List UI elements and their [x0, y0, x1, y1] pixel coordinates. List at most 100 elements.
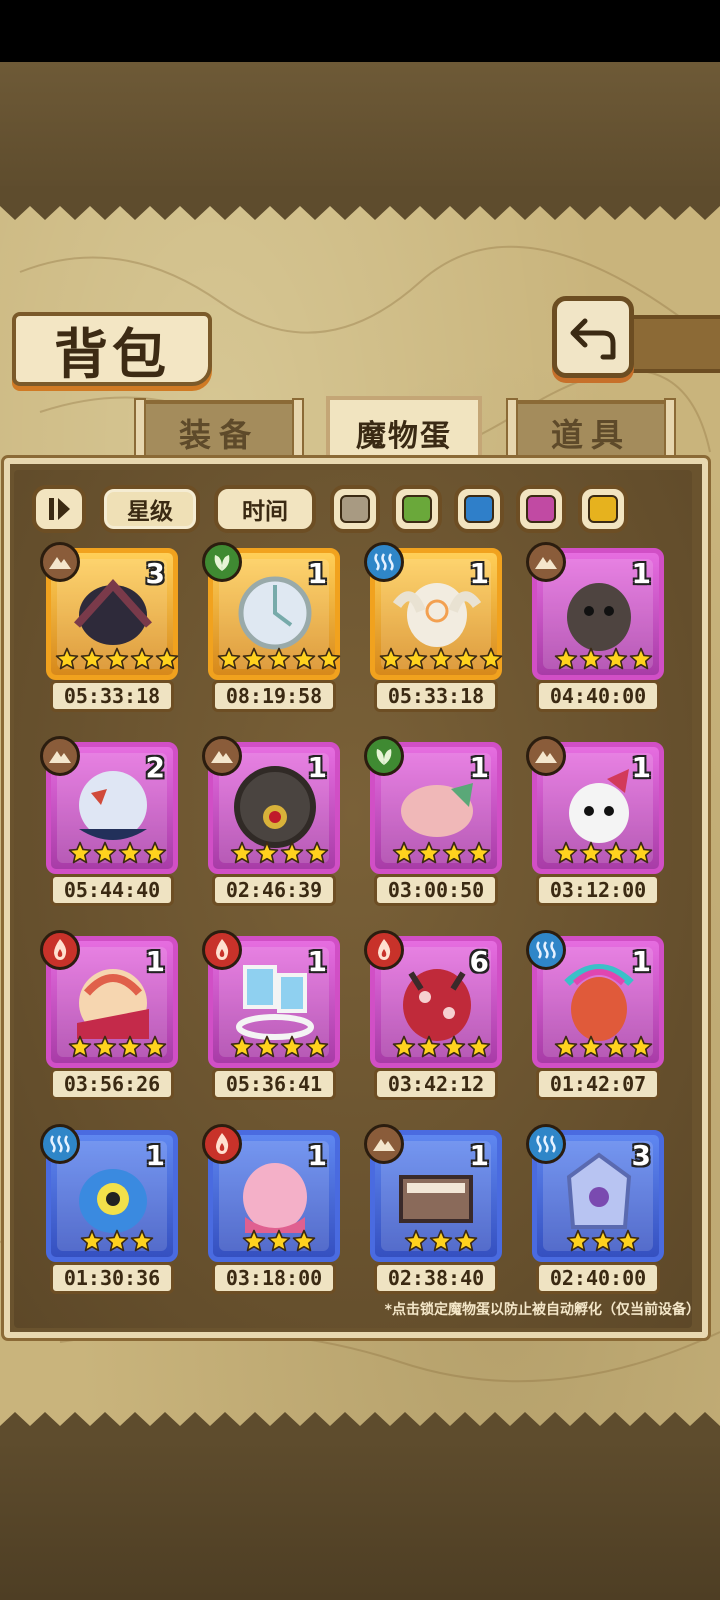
star-rating	[51, 841, 183, 865]
star-icon	[392, 1035, 415, 1058]
egg-card[interactable]: 1 03:00:50	[364, 736, 502, 908]
egg-card[interactable]: 1 05:36:41	[202, 930, 340, 1102]
tab-monster-eggs[interactable]: 魔物蛋	[326, 396, 482, 466]
hatch-timer: 05:33:18	[50, 680, 174, 712]
hatch-timer-text: 01:42:07	[549, 1072, 647, 1096]
egg-card[interactable]: 1 03:18:00	[202, 1124, 340, 1296]
star-icon	[579, 1035, 602, 1058]
star-icon	[454, 647, 478, 670]
filter-green-button[interactable]	[392, 485, 442, 533]
hatch-timer: 08:19:58	[212, 680, 336, 712]
back-button[interactable]	[552, 296, 634, 378]
hatch-timer: 03:56:26	[50, 1068, 174, 1100]
star-icon	[242, 1229, 266, 1252]
star-icon	[629, 647, 652, 670]
hatch-timer: 03:42:12	[374, 1068, 498, 1100]
star-icon	[467, 1035, 490, 1058]
star-icon	[242, 647, 266, 670]
star-icon	[280, 841, 303, 864]
swatch-color	[340, 495, 370, 523]
mountain-icon	[526, 736, 566, 776]
sort-order-button[interactable]	[32, 485, 86, 533]
egg-card[interactable]: 1 02:46:39	[202, 736, 340, 908]
hatch-timer-text: 02:40:00	[549, 1266, 647, 1290]
star-icon	[280, 1035, 303, 1058]
hatch-timer-text: 08:19:58	[225, 684, 323, 708]
star-rating	[537, 647, 669, 671]
star-icon	[566, 1229, 590, 1252]
filter-gold-button[interactable]	[578, 485, 628, 533]
star-icon	[404, 647, 428, 670]
star-icon	[305, 841, 328, 864]
leaf-icon	[364, 736, 404, 776]
star-icon	[105, 1229, 129, 1252]
star-icon	[55, 647, 79, 670]
leaf-icon	[202, 542, 242, 582]
star-icon	[143, 841, 166, 864]
star-rating	[51, 1035, 183, 1059]
hatch-timer-text: 04:40:00	[549, 684, 647, 708]
egg-card[interactable]: 6 03:42:12	[364, 930, 502, 1102]
egg-card[interactable]: 3 05:33:18	[40, 542, 179, 714]
star-rating	[537, 1035, 669, 1059]
sort-star-button[interactable]: 星级	[100, 485, 200, 533]
egg-card[interactable]: 2 05:44:40	[40, 736, 178, 908]
egg-count: 1	[307, 751, 327, 784]
star-icon	[579, 647, 602, 670]
swatch-color	[526, 495, 556, 523]
star-icon	[417, 1035, 440, 1058]
star-icon	[467, 841, 490, 864]
tab-items[interactable]: 道具	[512, 400, 670, 462]
hatch-timer: 03:00:50	[374, 874, 498, 906]
star-icon	[305, 1035, 328, 1058]
egg-card[interactable]: 1 01:30:36	[40, 1124, 178, 1296]
star-icon	[616, 1229, 640, 1252]
star-icon	[604, 1035, 627, 1058]
wave-icon	[364, 542, 404, 582]
zigzag-bottom-edge	[0, 1412, 720, 1446]
mountain-icon	[40, 736, 80, 776]
filter-purple-button[interactable]	[516, 485, 566, 533]
sort-star-label: 星级	[127, 499, 173, 525]
egg-card[interactable]: 1 08:19:58	[202, 542, 341, 714]
star-icon	[429, 647, 453, 670]
hatch-timer: 02:46:39	[212, 874, 336, 906]
swatch-color	[402, 495, 432, 523]
hatch-timer: 03:12:00	[536, 874, 660, 906]
egg-card[interactable]: 1 03:12:00	[526, 736, 664, 908]
wave-icon	[526, 1124, 566, 1164]
star-icon	[267, 1229, 291, 1252]
egg-card[interactable]: 1 01:42:07	[526, 930, 664, 1102]
egg-card[interactable]: 3 02:40:00	[526, 1124, 664, 1296]
sort-time-label: 时间	[242, 499, 288, 525]
star-icon	[68, 841, 91, 864]
star-icon	[479, 647, 503, 670]
egg-count: 3	[631, 1139, 651, 1172]
star-icon	[80, 647, 104, 670]
star-icon	[93, 841, 116, 864]
star-icon	[554, 647, 577, 670]
star-icon	[80, 1229, 104, 1252]
sort-time-button[interactable]: 时间	[214, 485, 316, 533]
hatch-timer: 02:40:00	[536, 1262, 660, 1294]
filter-blue-button[interactable]	[454, 485, 504, 533]
star-icon	[554, 1035, 577, 1058]
star-icon	[392, 841, 415, 864]
star-rating	[51, 647, 183, 671]
map-bottom-band	[0, 1440, 720, 1600]
star-icon	[155, 647, 179, 670]
filter-gray-button[interactable]	[330, 485, 380, 533]
egg-card[interactable]: 1 02:38:40	[364, 1124, 502, 1296]
hatch-timer-text: 01:30:36	[63, 1266, 161, 1290]
hatch-timer-text: 03:56:26	[63, 1072, 161, 1096]
egg-card[interactable]: 1 04:40:00	[526, 542, 664, 714]
tab-equipment[interactable]: 装备	[140, 400, 298, 462]
egg-count: 1	[145, 1139, 165, 1172]
egg-count: 1	[307, 557, 327, 590]
hatch-timer-text: 05:33:18	[387, 684, 485, 708]
swatch-color	[464, 495, 494, 523]
tab-post	[664, 398, 676, 464]
egg-card[interactable]: 1 03:56:26	[40, 930, 178, 1102]
star-icon	[130, 1229, 154, 1252]
egg-card[interactable]: 1 05:33:18	[364, 542, 503, 714]
